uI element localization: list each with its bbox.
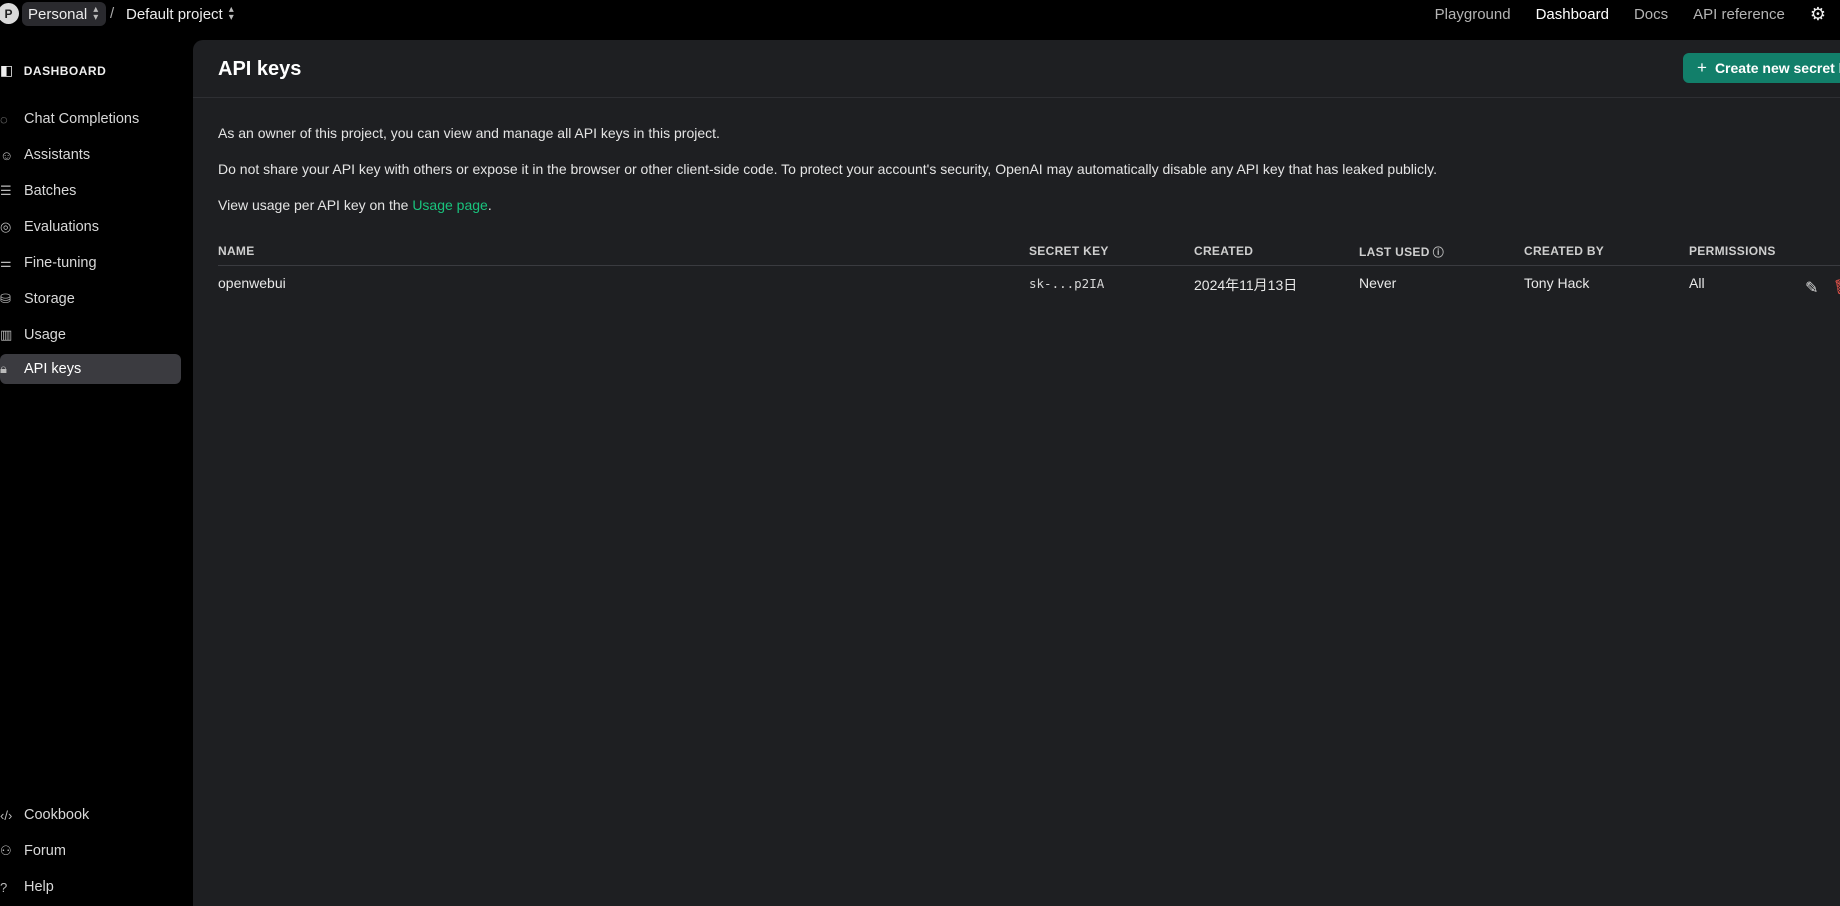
- project-name: Default project: [126, 5, 223, 23]
- top-bar: P Personal ▴ ▾ / Default project ▴ ▾ Playg…: [0, 0, 1840, 28]
- sidebar-item-label: Assistants: [24, 147, 91, 163]
- chat-bubble-icon: ◌: [0, 111, 8, 127]
- plus-icon: +: [1697, 58, 1707, 77]
- page-header: API keys + Create new secret key: [193, 40, 1840, 98]
- usage-notice-suffix: .: [487, 197, 492, 213]
- sidebar-item-label: API keys: [24, 361, 82, 377]
- sidebar-header-label: DASHBOARD: [23, 63, 107, 78]
- lock-icon: 🔒︎: [0, 361, 7, 376]
- org-name: Personal: [28, 5, 88, 23]
- column-header-created: CREATED: [1194, 244, 1254, 258]
- sidebar: ◧ DASHBOARD ◌ Chat Completions ☺ Assista…: [0, 40, 190, 906]
- sidebar-item-label: Help: [24, 879, 54, 895]
- edit-icon[interactable]: ✎: [1805, 278, 1818, 298]
- sidebar-item-fine-tuning[interactable]: ⚌ Fine-tuning: [0, 248, 181, 278]
- nav-docs[interactable]: Docs: [1634, 6, 1668, 23]
- trash-icon[interactable]: 🗑︎: [1833, 278, 1840, 296]
- sidebar-item-forum[interactable]: ⚇ Forum: [0, 836, 181, 866]
- sidebar-item-cookbook[interactable]: ‹/› Cookbook: [0, 800, 181, 830]
- avatar[interactable]: P: [0, 3, 19, 24]
- sidebar-item-label: Cookbook: [24, 807, 90, 823]
- sidebar-item-help[interactable]: ? Help: [0, 872, 181, 902]
- sidebar-item-label: Evaluations: [24, 219, 99, 235]
- table-divider: [218, 265, 1840, 266]
- column-header-last-used: LAST USED ⓘ: [1359, 244, 1444, 260]
- org-switcher[interactable]: Personal ▴ ▾: [22, 2, 107, 26]
- sidebar-item-storage[interactable]: ⛁ Storage: [0, 284, 181, 314]
- people-icon: ⚇: [0, 843, 12, 858]
- breadcrumb-separator: /: [110, 5, 115, 22]
- column-header-name: NAME: [218, 244, 255, 258]
- help-icon: ?: [0, 879, 8, 895]
- sidebar-item-label: Forum: [24, 843, 66, 859]
- sidebar-item-label: Chat Completions: [24, 111, 140, 127]
- sidebar-header[interactable]: ◧ DASHBOARD: [0, 62, 106, 79]
- sidebar-item-usage[interactable]: ▥ Usage: [0, 320, 181, 350]
- key-name: openwebui: [218, 275, 286, 291]
- page-title: API keys: [218, 58, 302, 80]
- key-created-by: Tony Hack: [1524, 275, 1590, 291]
- top-nav: Playground Dashboard Docs API reference …: [1435, 0, 1840, 28]
- chevron-updown-icon: ▴ ▾: [93, 4, 99, 23]
- batches-icon: ☰: [0, 183, 12, 198]
- key-last-used: Never: [1359, 275, 1397, 291]
- key-permissions: All: [1689, 275, 1705, 291]
- nav-dashboard[interactable]: Dashboard: [1536, 6, 1609, 23]
- sliders-icon: ⚌: [0, 255, 12, 270]
- usage-notice: View usage per API key on the Usage page…: [218, 197, 492, 213]
- database-icon: ⛁: [0, 291, 11, 306]
- sidebar-item-label: Batches: [24, 183, 77, 199]
- bar-chart-icon: ▥: [0, 327, 13, 342]
- create-button-label: Create new secret key: [1714, 60, 1840, 76]
- column-header-secret-key: SECRET KEY: [1029, 244, 1109, 258]
- sidebar-item-label: Storage: [24, 291, 75, 307]
- sidebar-item-api-keys[interactable]: 🔒︎ API keys: [0, 354, 181, 384]
- code-icon: ‹/›: [0, 807, 13, 823]
- gear-icon[interactable]: ⚙: [1810, 4, 1826, 25]
- column-header-permissions: PERMISSIONS: [1689, 244, 1776, 258]
- usage-notice-prefix: View usage per API key on the: [218, 197, 413, 213]
- info-icon[interactable]: ⓘ: [1433, 247, 1444, 259]
- owner-notice: As an owner of this project, you can vie…: [218, 125, 720, 141]
- create-secret-key-button[interactable]: + Create new secret key: [1683, 53, 1840, 83]
- security-notice: Do not share your API key with others or…: [218, 161, 1437, 177]
- key-secret: sk-...p2IA: [1029, 276, 1105, 291]
- column-header-created-by: CREATED BY: [1524, 244, 1605, 258]
- usage-page-link[interactable]: Usage page: [412, 197, 488, 213]
- sidebar-item-assistants[interactable]: ☺ Assistants: [0, 140, 181, 170]
- sidebar-item-label: Fine-tuning: [24, 255, 97, 271]
- column-header-last-used-label: LAST USED: [1359, 245, 1430, 259]
- sidebar-item-label: Usage: [24, 327, 66, 343]
- sidebar-toggle-icon: ◧: [0, 62, 14, 78]
- compass-icon: ◎: [0, 219, 12, 234]
- robot-icon: ☺: [0, 147, 14, 163]
- project-switcher[interactable]: Default project ▴ ▾: [126, 2, 234, 26]
- sidebar-item-chat-completions[interactable]: ◌ Chat Completions: [0, 104, 181, 134]
- nav-playground[interactable]: Playground: [1435, 6, 1511, 23]
- key-created: 2024年11月13日: [1194, 277, 1298, 293]
- nav-api-reference[interactable]: API reference: [1693, 6, 1785, 23]
- sidebar-item-evaluations[interactable]: ◎ Evaluations: [0, 212, 181, 242]
- main-panel: API keys + Create new secret key As an o…: [193, 40, 1840, 906]
- chevron-updown-icon: ▴ ▾: [228, 4, 234, 23]
- sidebar-item-batches[interactable]: ☰ Batches: [0, 176, 181, 206]
